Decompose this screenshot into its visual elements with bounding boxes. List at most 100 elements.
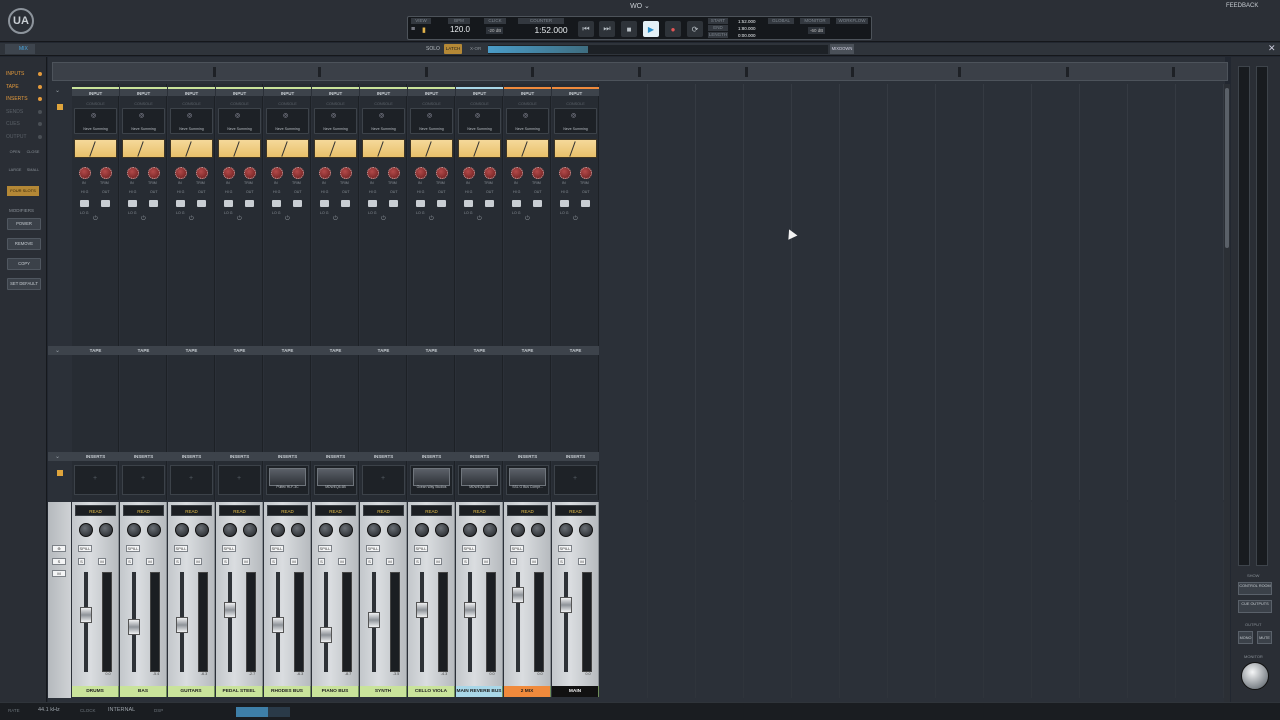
hi-g-switch[interactable] (512, 200, 521, 207)
start-value[interactable]: 1:52.000 (738, 19, 756, 24)
channel-fader[interactable] (128, 619, 140, 635)
mute-button[interactable]: M (338, 558, 346, 565)
pan-knob[interactable] (99, 523, 113, 537)
console-power-icon[interactable]: ◎ (379, 112, 384, 119)
xor-button[interactable]: X-OR (470, 46, 481, 51)
spill-button[interactable]: SPILL (270, 545, 284, 552)
automation-read-button[interactable]: READ (459, 505, 500, 516)
bpm-value[interactable]: 120.0 (444, 25, 476, 34)
hi-g-switch[interactable] (272, 200, 281, 207)
pan-knob[interactable] (339, 523, 353, 537)
out-switch[interactable] (485, 200, 494, 207)
power-icon[interactable]: ⏻ (93, 216, 98, 223)
hi-g-switch[interactable] (176, 200, 185, 207)
trim-knob[interactable] (100, 167, 112, 179)
solo-button[interactable]: S (462, 558, 469, 565)
trim-knob[interactable] (532, 167, 544, 179)
mute-button[interactable]: M (434, 558, 442, 565)
hi-g-switch[interactable] (80, 200, 89, 207)
send-knob[interactable] (415, 523, 429, 537)
clock-source[interactable]: INTERNAL (108, 707, 135, 713)
out-switch[interactable] (437, 200, 446, 207)
sample-rate[interactable]: 44.1 kHz (38, 707, 60, 713)
power-icon[interactable]: ⏻ (285, 216, 290, 223)
control-room-button[interactable]: CONTROL ROOM (1238, 582, 1272, 595)
out-switch[interactable] (341, 200, 350, 207)
record-icon[interactable]: ● (665, 21, 681, 37)
mute-button[interactable]: M (290, 558, 298, 565)
channel-name[interactable]: CELLO VIOLA (408, 686, 455, 697)
power-icon[interactable]: ⏻ (189, 216, 194, 223)
channel-fader[interactable] (512, 587, 524, 603)
console-power-icon[interactable]: ◎ (427, 112, 432, 119)
hi-g-switch[interactable] (560, 200, 569, 207)
automation-read-button[interactable]: READ (507, 505, 548, 516)
insert-plugin-icon[interactable] (509, 468, 546, 486)
mix-tab[interactable]: MIX (5, 44, 35, 54)
in-knob[interactable] (223, 167, 235, 179)
in-knob[interactable] (415, 167, 427, 179)
hi-g-switch[interactable] (464, 200, 473, 207)
channel-name[interactable]: PEDAL STEEL (216, 686, 263, 697)
send-knob[interactable] (223, 523, 237, 537)
trim-knob[interactable] (244, 167, 256, 179)
sidebar-item-sends[interactable]: SENDS (6, 107, 44, 117)
insert-plugin-icon[interactable] (317, 468, 354, 486)
insert-plugin-icon[interactable] (413, 468, 450, 486)
console-power-icon[interactable]: ◎ (571, 112, 576, 119)
four-slots-button[interactable]: FOUR SLOTS (7, 186, 39, 196)
cue-outputs-button[interactable]: CUE OUTPUTS (1238, 600, 1272, 613)
out-switch[interactable] (245, 200, 254, 207)
pan-knob[interactable] (435, 523, 449, 537)
out-switch[interactable] (149, 200, 158, 207)
send-knob[interactable] (511, 523, 525, 537)
spill-button[interactable]: SPILL (318, 545, 332, 552)
toggle-dot-icon[interactable] (38, 72, 42, 76)
channel-fader[interactable] (176, 617, 188, 633)
console-power-icon[interactable]: ◎ (187, 112, 192, 119)
trim-knob[interactable] (388, 167, 400, 179)
console-power-icon[interactable]: ◎ (283, 112, 288, 119)
hi-g-switch[interactable] (320, 200, 329, 207)
mixdown-button[interactable]: MIXDOWN (830, 44, 854, 54)
monitor-level[interactable]: -60 dB (808, 27, 826, 34)
session-title[interactable]: WO ⌄ (610, 2, 670, 10)
channel-fader[interactable] (224, 602, 236, 618)
channel-name[interactable]: DRUMS (72, 686, 119, 697)
pan-knob[interactable] (579, 523, 593, 537)
insert-slot-icon[interactable] (57, 470, 63, 476)
timeline-marker[interactable] (851, 67, 854, 77)
spill-button[interactable]: SPILL (414, 545, 428, 552)
trim-knob[interactable] (484, 167, 496, 179)
channel-fader[interactable] (368, 612, 380, 628)
mute-button[interactable]: M (194, 558, 202, 565)
console-power-icon[interactable]: ◎ (475, 112, 480, 119)
toggle-dot-icon[interactable] (38, 135, 42, 139)
channel-name[interactable]: MAIN REVERB BUS (456, 686, 503, 697)
pan-knob[interactable] (147, 523, 161, 537)
loop-icon[interactable]: ⟳ (687, 21, 703, 37)
insert-plugin-icon[interactable] (461, 468, 498, 486)
sidebar-item-cues[interactable]: CUES (6, 119, 44, 129)
open-button[interactable]: OPEN (8, 150, 22, 164)
console-power-icon[interactable]: ◎ (331, 112, 336, 119)
solo-button[interactable]: S (174, 558, 181, 565)
solo-button[interactable]: S (510, 558, 517, 565)
spill-button[interactable]: SPILL (78, 545, 92, 552)
mute-button[interactable]: M (530, 558, 538, 565)
mute-button[interactable]: M (386, 558, 394, 565)
menu-icon[interactable]: ≡ (411, 26, 415, 33)
timeline-marker[interactable] (958, 67, 961, 77)
spill-button[interactable]: SPILL (174, 545, 188, 552)
spill-button[interactable]: SPILL (462, 545, 476, 552)
console-power-icon[interactable]: ◎ (523, 112, 528, 119)
link-icon[interactable]: ⊕ (52, 545, 66, 552)
channel-fader[interactable] (560, 597, 572, 613)
sidebar-item-output[interactable]: OUTPUT (6, 132, 44, 142)
channel-name[interactable]: 2 MIX (504, 686, 551, 697)
timeline-marker[interactable] (1172, 67, 1175, 77)
pan-knob[interactable] (291, 523, 305, 537)
chevron-down-icon[interactable]: ⌄ (55, 347, 60, 354)
trim-knob[interactable] (148, 167, 160, 179)
automation-read-button[interactable]: READ (315, 505, 356, 516)
